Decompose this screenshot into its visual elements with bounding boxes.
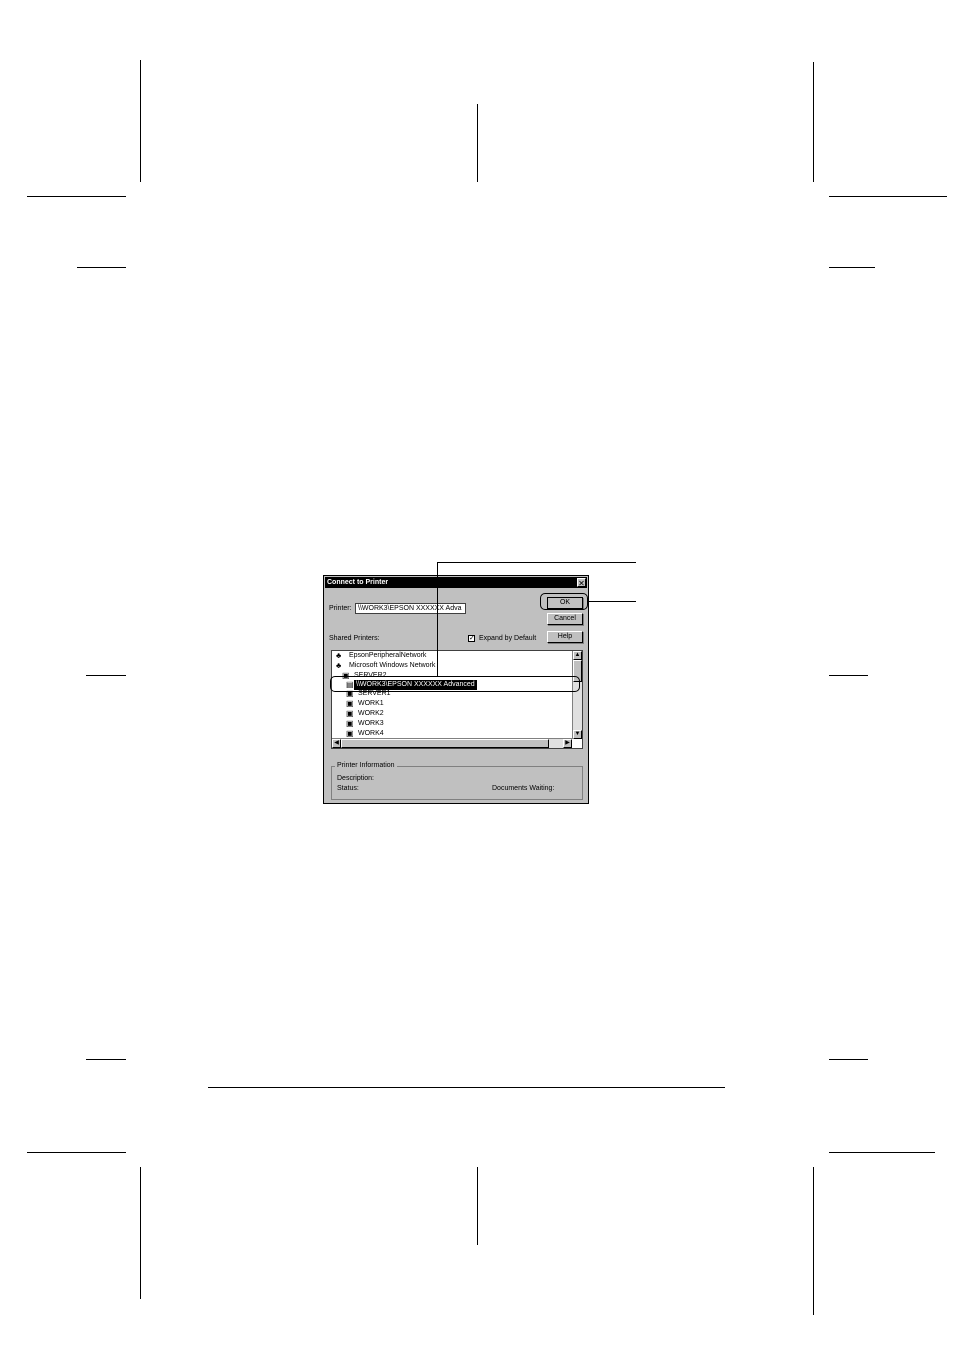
horizontal-scrollbar[interactable]: ◀ ▶ [332,738,572,748]
check-icon: ✓ [469,635,475,642]
scroll-up-icon[interactable]: ▲ [573,651,582,660]
documents-waiting-label: Documents Waiting: [492,785,555,792]
callout-line [588,601,636,602]
expand-by-default-label: Expand by Default [479,635,537,642]
printer-label: Printer: [329,605,352,612]
scroll-left-icon[interactable]: ◀ [332,739,341,748]
crop-mark [813,62,814,182]
crop-mark [140,1167,141,1299]
printer-input[interactable]: \\WORK3\EPSON XXXXXX Adva [355,603,466,614]
close-icon[interactable]: ✕ [577,578,586,588]
shared-printers-label: Shared Printers: [329,635,380,642]
description-label: Description: [337,775,374,782]
shared-printers-tree[interactable]: ♣ EpsonPeripheralNetwork ♣ Microsoft Win… [331,650,583,749]
crop-mark [27,1152,126,1153]
computer-icon: ▣ [346,719,354,728]
crop-mark [77,267,126,268]
cancel-button[interactable]: Cancel [547,613,583,625]
crop-mark [86,1059,126,1060]
ok-button-callout [540,593,588,610]
crop-mark [829,267,875,268]
help-button[interactable]: Help [547,631,583,643]
printer-information-group [331,766,583,800]
dialog-title: Connect to Printer [327,579,389,586]
callout-line [437,562,438,676]
callout-line [437,562,636,563]
computer-icon: ▣ [346,699,354,708]
computer-icon: ▣ [346,709,354,718]
crop-mark [86,675,126,676]
crop-mark [829,1059,868,1060]
expand-by-default-checkbox[interactable]: ✓ [468,635,475,642]
footer-rule [208,1087,725,1088]
scroll-right-icon[interactable]: ▶ [563,739,572,748]
printer-information-legend: Printer Information [335,762,397,769]
computer-icon: ▣ [346,729,354,738]
crop-mark [140,60,141,182]
vertical-scrollbar[interactable]: ▲ ▼ [572,651,582,739]
crop-mark [27,196,126,197]
crop-mark [813,1167,814,1315]
crop-mark [829,675,868,676]
network-icon: ♣ [336,651,342,660]
network-icon: ♣ [336,661,342,670]
crop-mark [829,1152,935,1153]
selected-printer-callout [330,676,580,692]
crop-mark [477,104,478,182]
status-label: Status: [337,785,359,792]
crop-mark [829,196,947,197]
scroll-down-icon[interactable]: ▼ [573,730,582,739]
crop-mark [477,1167,478,1245]
scroll-thumb-horizontal[interactable] [341,739,549,748]
dialog-titlebar[interactable]: Connect to Printer ✕ [325,577,587,588]
